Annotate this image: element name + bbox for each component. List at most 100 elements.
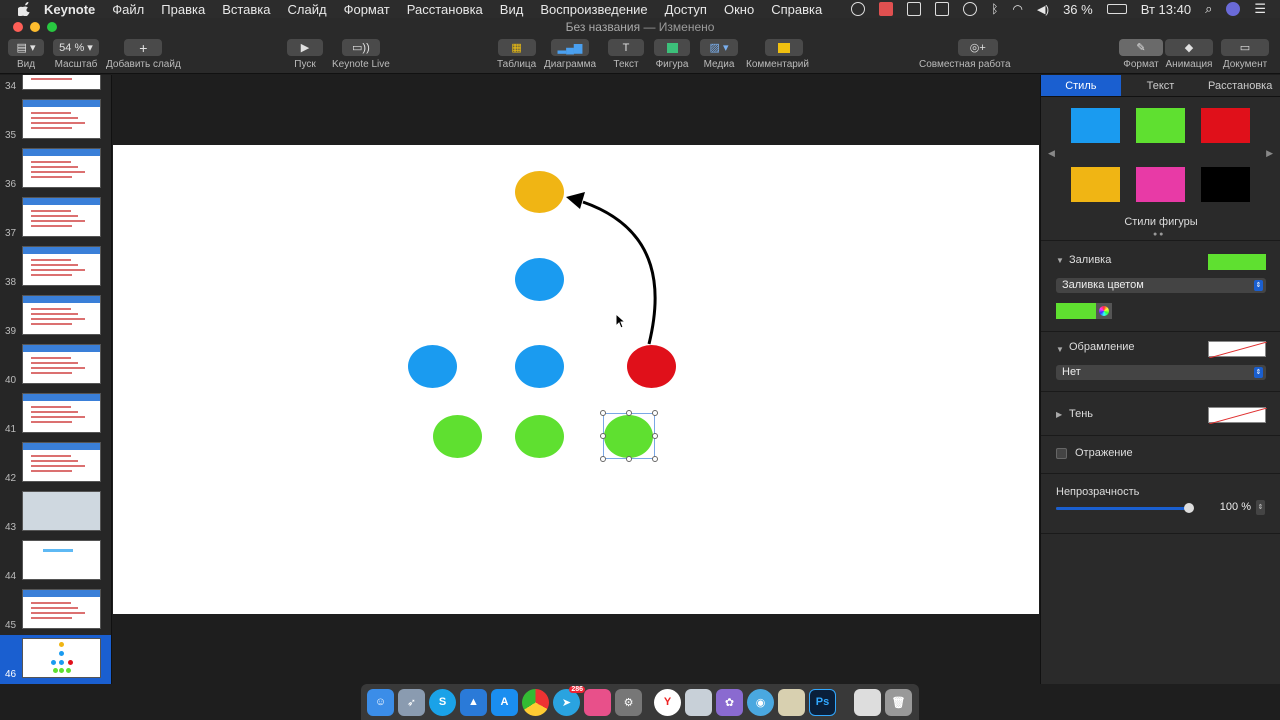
documents-icon[interactable] [854,688,881,716]
text-button[interactable]: T [608,39,644,56]
menu-window[interactable]: Окно [724,2,754,17]
slide-thumbnail-37[interactable]: 37 [0,194,111,243]
table-button[interactable]: ▦ [497,39,536,56]
animate-control[interactable]: ◆ Анимация [1165,39,1213,70]
keynote-live-button[interactable]: ▭)) [341,39,380,56]
format-button[interactable]: ✎ [1119,39,1163,56]
chart-button[interactable]: ▂▄▆ [551,39,589,56]
tab-text[interactable]: Текст [1121,75,1201,96]
slide-thumbnail-45[interactable]: 45 [0,586,111,635]
document-button[interactable]: ▭ [1221,39,1269,56]
record-icon[interactable] [879,2,894,16]
collab-button[interactable]: ◎+ [957,39,998,56]
chrome-icon[interactable] [522,688,549,716]
zoom-control[interactable]: 54 % ▾ Масштаб [53,39,99,70]
zoom-dropdown[interactable]: 54 % ▾ [53,39,99,56]
skype-icon[interactable]: S [429,688,456,716]
tab-arrange[interactable]: Расстановка [1200,75,1280,96]
style-swatch-pink[interactable] [1136,167,1185,202]
slide-thumbnail-46[interactable]: 46 [0,635,111,684]
menu-play[interactable]: Воспроизведение [540,2,647,17]
menu-slide[interactable]: Слайд [288,2,327,17]
keyboard-icon[interactable] [935,2,950,16]
menu-help[interactable]: Справка [771,2,822,17]
slide-canvas[interactable] [113,145,1039,614]
slide-thumbnail-44[interactable]: 44 [0,537,111,586]
shape-button[interactable] [654,39,690,56]
comment-button[interactable] [765,39,804,56]
slide-thumbnail-34[interactable]: 34 [0,75,111,96]
telegram-icon[interactable]: ➤ 286 [553,685,585,716]
animate-button[interactable]: ◆ [1165,39,1213,56]
page-dots[interactable]: ● ● [1153,231,1163,238]
preferences-icon[interactable]: ⚙ [615,688,642,716]
slide-thumbnail-43[interactable]: 43 [0,488,111,537]
opacity-stepper-icon[interactable]: ⇕ [1256,500,1265,515]
slide-thumbnail-42[interactable]: 42 [0,439,111,488]
slide-navigator[interactable]: 34 35 36 37 38 39 40 41 42 43 44 45 46 [0,75,112,684]
border-color-well[interactable] [1208,341,1268,359]
collab-control[interactable]: ◎+ Совместная работа [919,39,1011,70]
media-control[interactable]: ▨ ▾ Медиа [700,39,738,70]
notes-icon[interactable] [778,688,805,716]
format-control[interactable]: ✎ Формат [1119,39,1163,70]
wifi-icon[interactable]: ◠ [1012,2,1022,16]
fill-color-picker[interactable] [1056,303,1096,319]
spotlight-icon[interactable]: ⌕ [1205,1,1212,17]
menu-view[interactable]: Вид [500,2,524,17]
slide-thumbnail-39[interactable]: 39 [0,292,111,341]
menu-insert[interactable]: Вставка [222,2,270,17]
media-button[interactable]: ▨ ▾ [700,39,738,56]
border-disclosure-icon[interactable]: ▼ [1056,345,1064,354]
add-slide-button[interactable]: + [124,39,163,56]
play-button[interactable]: ▶ [287,39,323,56]
launchpad-icon[interactable]: ➶ [398,688,425,716]
reflection-checkbox[interactable] [1056,448,1067,459]
opacity-slider-knob[interactable] [1184,503,1194,513]
menu-format[interactable]: Формат [344,2,390,17]
next-styles-icon[interactable]: ▶ [1266,148,1273,159]
preview-icon[interactable] [685,688,712,716]
fill-type-dropdown[interactable]: Заливка цветом ⇕ [1056,278,1266,293]
photobooth-icon[interactable]: ✿ [716,688,743,716]
slide-thumbnail-40[interactable]: 40 [0,341,111,390]
folder-icon[interactable] [584,688,611,716]
prev-styles-icon[interactable]: ◀ [1048,148,1055,159]
table-control[interactable]: ▦ Таблица [497,39,536,70]
slide-thumbnail-36[interactable]: 36 [0,145,111,194]
user-avatar-icon[interactable] [1226,2,1241,16]
menu-edit[interactable]: Правка [161,2,205,17]
play-control[interactable]: ▶ Пуск [287,39,323,70]
comment-control[interactable]: Комментарий [746,39,809,70]
shadow-color-well[interactable] [1208,407,1268,425]
fill-disclosure-icon[interactable]: ▼ [1056,256,1064,265]
shape-control[interactable]: Фигура [654,39,690,70]
canvas-area[interactable] [113,75,1039,684]
slide-thumbnail-35[interactable]: 35 [0,96,111,145]
volume-icon[interactable]: ◀) [1037,3,1049,16]
slide-thumbnail-38[interactable]: 38 [0,243,111,292]
menu-app-name[interactable]: Keynote [44,2,95,17]
finder-icon[interactable]: ☺ [367,688,394,716]
apple-icon[interactable] [18,2,32,16]
opacity-slider[interactable] [1056,503,1194,513]
slide-thumbnail-41[interactable]: 41 [0,390,111,439]
trash-icon[interactable]: 🗑 [885,688,912,716]
style-swatch-yellow[interactable] [1071,167,1120,202]
menu-arrange[interactable]: Расстановка [407,2,483,17]
dropbox-icon[interactable] [907,2,922,16]
photoshop-icon[interactable]: Ps [809,688,836,716]
bluetooth-icon[interactable]: ᛒ [991,2,998,16]
focus-icon[interactable] [851,2,866,16]
menu-share[interactable]: Доступ [665,2,707,17]
clock[interactable]: Вт 13:40 [1141,2,1191,17]
add-slide-control[interactable]: + Добавить слайд [106,39,181,70]
keynote-live-control[interactable]: ▭)) Keynote Live [332,39,390,70]
keynote-icon[interactable]: ▲ [460,688,487,716]
color-wheel-icon[interactable] [1096,303,1112,319]
view-button[interactable]: ▤ ▾ [8,39,44,56]
style-swatch-green[interactable] [1136,108,1185,143]
tab-style[interactable]: Стиль [1041,75,1121,96]
fill-color-well[interactable] [1208,254,1266,270]
shadow-disclosure-icon[interactable]: ▶ [1056,410,1062,419]
